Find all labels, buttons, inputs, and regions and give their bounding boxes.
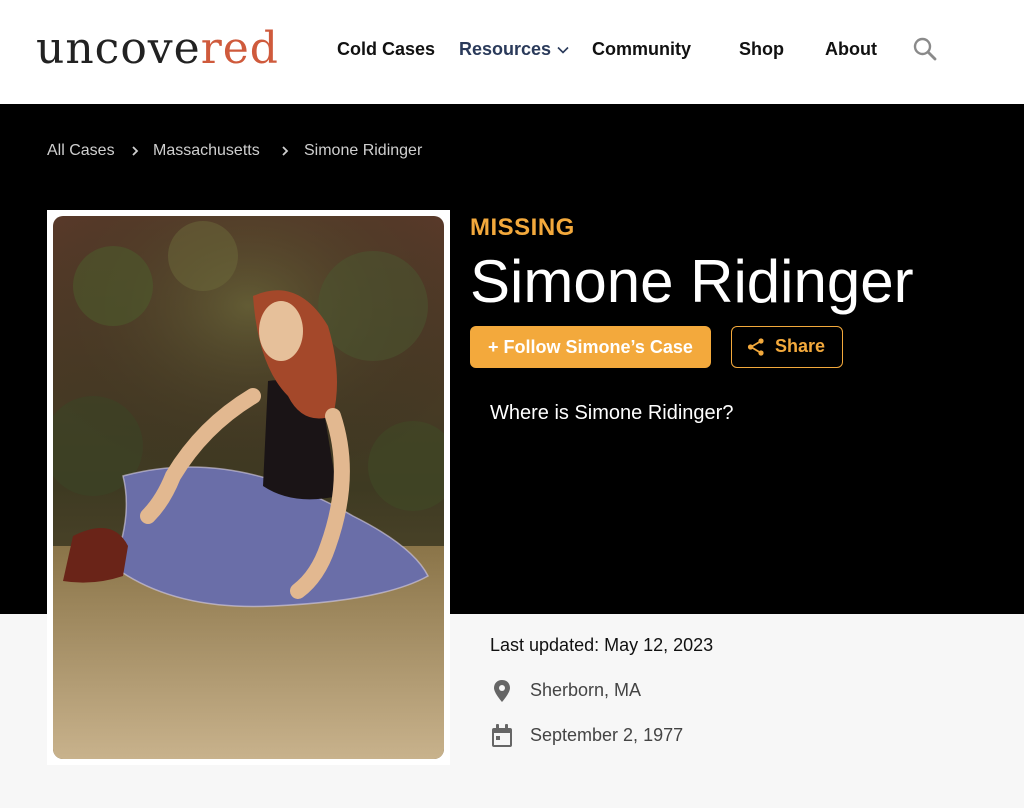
photo-illustration xyxy=(53,216,444,759)
page-title: Simone Ridinger xyxy=(470,248,914,315)
breadcrumb-current: Simone Ridinger xyxy=(304,142,423,159)
missing-person-photo xyxy=(53,216,444,759)
case-question: Where is Simone Ridinger? xyxy=(490,402,734,424)
chevron-right-icon xyxy=(282,146,289,156)
chevron-right-icon xyxy=(132,146,139,156)
follow-case-button[interactable]: + Follow Simone’s Case xyxy=(470,326,711,368)
nav-resources[interactable]: Resources xyxy=(459,36,569,62)
nav-about[interactable]: About xyxy=(825,36,877,62)
nav-community[interactable]: Community xyxy=(592,36,691,62)
share-button[interactable]: Share xyxy=(731,326,843,368)
chevron-down-icon xyxy=(557,47,569,54)
location-pin-icon xyxy=(494,680,510,702)
nav-resources-label: Resources xyxy=(459,39,552,59)
logo-text-accent: red xyxy=(200,23,279,74)
last-updated: Last updated: May 12, 2023 xyxy=(490,635,714,655)
case-location: Sherborn, MA xyxy=(530,680,642,700)
case-photo xyxy=(47,210,450,765)
site-header: uncovered Cold Cases Resources Community… xyxy=(0,0,1024,104)
calendar-icon xyxy=(492,724,512,747)
share-icon xyxy=(747,338,764,356)
breadcrumb-state[interactable]: Massachusetts xyxy=(153,140,260,162)
site-logo[interactable]: uncovered xyxy=(36,24,279,74)
search-icon[interactable] xyxy=(912,36,938,62)
nav-shop[interactable]: Shop xyxy=(739,36,784,62)
case-date: September 2, 1977 xyxy=(530,725,684,745)
case-status-label: MISSING xyxy=(470,214,575,241)
breadcrumb-all-cases[interactable]: All Cases xyxy=(47,140,115,162)
logo-text-dark: uncove xyxy=(36,23,201,74)
share-button-label: Share xyxy=(775,336,826,356)
nav-cold-cases[interactable]: Cold Cases xyxy=(337,36,435,62)
